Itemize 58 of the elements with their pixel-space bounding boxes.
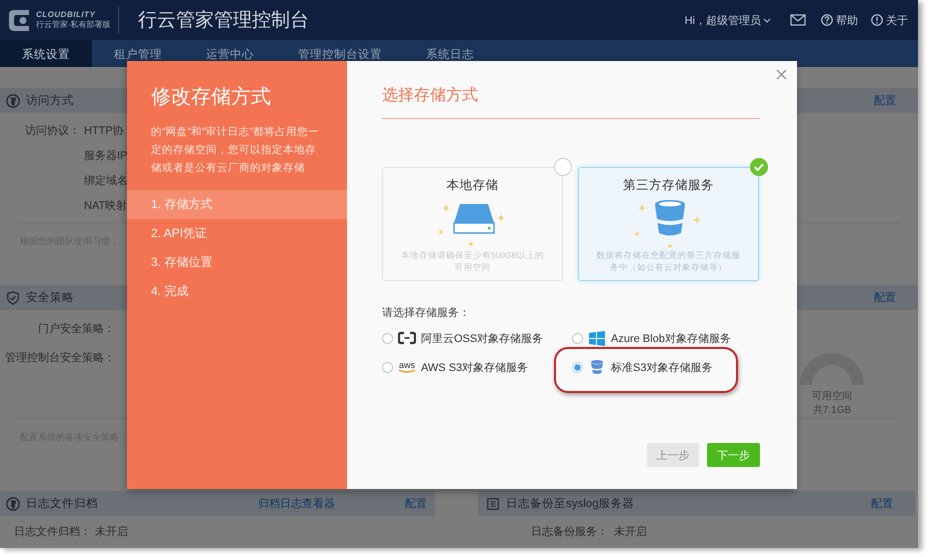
help-icon <box>821 14 833 26</box>
mail-icon[interactable] <box>790 14 806 26</box>
logo-text: aws <box>398 361 415 369</box>
logo-name: CLOUDBILITY <box>36 10 96 19</box>
shield-icon <box>6 290 20 304</box>
field-label: 日志文件归档： <box>14 526 91 538</box>
field-label: 门户安全策略： <box>38 323 115 335</box>
logo-icon <box>6 8 32 32</box>
wizard-step[interactable]: 3. 存储位置 <box>127 248 347 277</box>
section-title: 日志备份至syslog服务器 <box>506 496 635 511</box>
section-title: 日志文件归档 <box>26 496 98 511</box>
radio-button[interactable] <box>382 362 393 373</box>
dialog-description: 的“网盘”和“审计日志”都将占用您一定的存储空间，您可以指定本地存储或者是公有云厂商的对象存储 <box>150 125 320 176</box>
field-value: 服务器IP <box>84 149 128 163</box>
field-label: 管理控制台安全策略： <box>5 352 115 364</box>
section-title: 安全策略 <box>26 290 74 305</box>
card-title: 本地存储 <box>446 177 498 194</box>
field-label: 访问协议： <box>25 125 80 137</box>
close-icon[interactable] <box>776 69 787 80</box>
field-value: 未开启 <box>95 524 128 539</box>
list-icon <box>486 496 500 510</box>
field-value: 未开启 <box>614 524 647 539</box>
wizard-step[interactable]: 4. 完成 <box>127 277 347 306</box>
bracket-logo-icon <box>398 330 416 347</box>
app-title: 行云管家管理控制台 <box>138 9 309 33</box>
service-option[interactable]: 标准S3对象存储服务 <box>572 353 762 382</box>
logo-tagline: 行云管家·私有部署版 <box>36 19 111 30</box>
windows-logo-icon <box>588 330 606 347</box>
field-label: 日志备份服务： <box>531 526 608 538</box>
field-value: 绑定域名 <box>84 174 128 188</box>
nav-tab[interactable]: 系统设置 <box>0 40 92 67</box>
field-value: HTTP协 <box>84 124 124 138</box>
service-prompt: 请选择存储服务： <box>382 306 471 320</box>
radio-button[interactable] <box>572 333 583 344</box>
dialog-title: 修改存储方式 <box>150 85 272 110</box>
user-menu[interactable]: Hi，超级管理员 <box>684 12 771 28</box>
section-title: 访问方式 <box>26 93 74 108</box>
service-option[interactable]: Azure Blob对象存储服务 <box>572 324 762 353</box>
about-link[interactable]: 关于 <box>871 12 908 28</box>
bucket-icon <box>588 359 606 376</box>
radio-button[interactable] <box>572 362 583 373</box>
radio-button[interactable] <box>382 333 393 344</box>
service-option[interactable]: 阿里云OSS对象存储服务 <box>382 324 572 353</box>
card-title: 第三方存储服务 <box>623 177 714 194</box>
selection-circle <box>554 158 572 176</box>
gauge-total: 共7.1GB <box>812 404 852 417</box>
caret-icon <box>763 16 771 24</box>
globe-icon <box>6 94 20 108</box>
globe-icon <box>6 496 20 510</box>
gauge-label: 可用空间 <box>812 390 852 403</box>
info-icon <box>871 14 883 26</box>
section-heading: 选择存储方式 <box>382 85 760 119</box>
help-link[interactable]: 帮助 <box>821 12 858 28</box>
bucket-drawing <box>634 198 704 248</box>
wizard-step[interactable]: 2. API凭证 <box>127 219 347 248</box>
service-option[interactable]: aws AWS S3对象存储服务 <box>382 353 572 382</box>
check-badge-icon <box>750 158 768 176</box>
field-value: NAT映射 <box>84 199 128 213</box>
